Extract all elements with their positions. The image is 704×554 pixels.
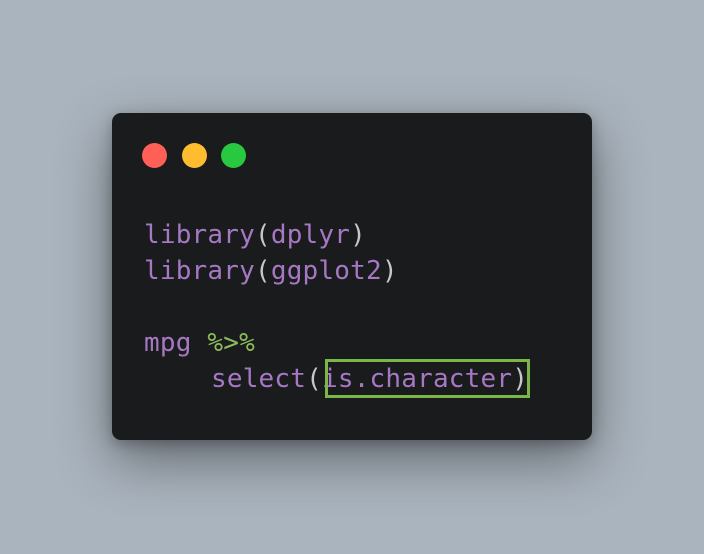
open-paren: ( (254, 256, 271, 286)
function-name: library (144, 256, 255, 286)
minimize-button[interactable] (182, 143, 207, 168)
function-argument: dplyr (270, 220, 351, 250)
code-window: library(dplyr) library(ggplot2) mpg %>% … (112, 113, 592, 440)
code-line-library-dplyr: library(dplyr) (144, 217, 366, 253)
open-paren: ( (306, 364, 322, 394)
close-button[interactable] (142, 143, 167, 168)
function-name: select (211, 364, 307, 394)
pipe-operator: %>% (207, 328, 255, 358)
code-line-library-ggplot2: library(ggplot2) (144, 253, 398, 289)
function-argument: ggplot2 (270, 256, 382, 286)
close-paren: ) (350, 220, 366, 250)
maximize-button[interactable] (221, 143, 246, 168)
data-object: mpg (144, 328, 192, 358)
close-paren: ) (381, 256, 398, 286)
open-paren: ( (254, 220, 271, 250)
function-name: library (144, 220, 255, 250)
highlight-box (325, 359, 530, 398)
code-line-mpg-pipe: mpg %>% (144, 325, 255, 361)
